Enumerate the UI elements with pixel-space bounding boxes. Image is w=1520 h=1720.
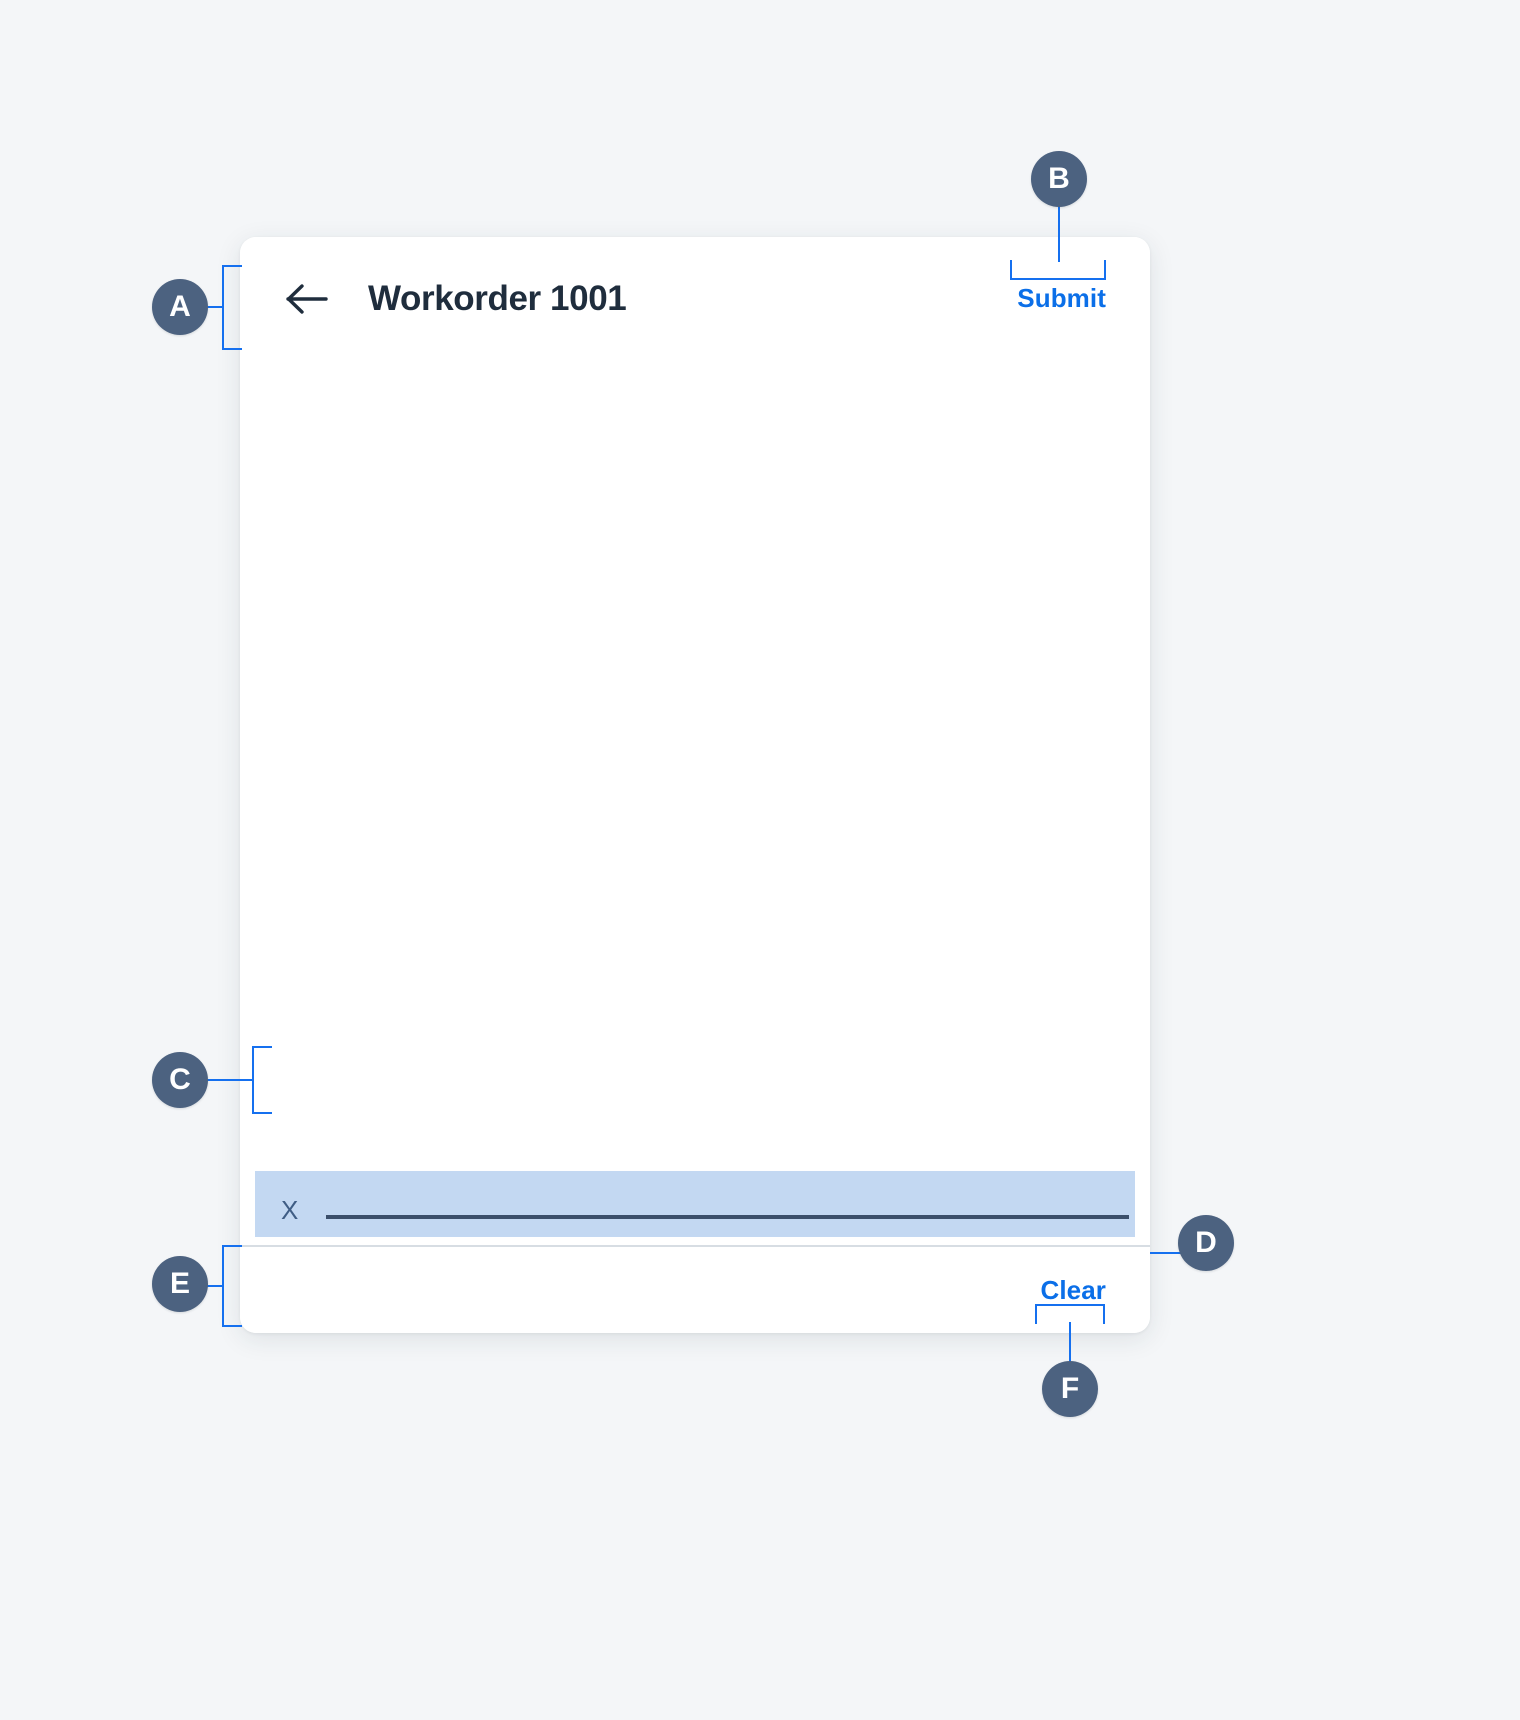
annotation-leader-f xyxy=(1069,1322,1071,1362)
arrow-left-icon xyxy=(286,283,328,315)
annotation-leader-a xyxy=(206,306,224,308)
annotation-badge-a: A xyxy=(152,279,208,335)
clear-button[interactable]: Clear xyxy=(1040,1275,1106,1306)
annotation-badge-d: D xyxy=(1178,1215,1234,1271)
page-title: Workorder 1001 xyxy=(368,278,627,318)
highlighted-text-field[interactable]: X xyxy=(255,1171,1135,1237)
field-row: X xyxy=(281,1171,1135,1237)
annotation-badge-c: C xyxy=(152,1052,208,1108)
field-label: X xyxy=(281,1195,299,1225)
annotation-leader-e xyxy=(206,1285,224,1287)
footer-bar: Clear xyxy=(240,1247,1150,1333)
annotation-bracket-b xyxy=(1010,260,1106,280)
back-button[interactable] xyxy=(284,276,330,322)
annotation-badge-f: F xyxy=(1042,1361,1098,1417)
app-card: Workorder 1001 Submit X Clear xyxy=(240,237,1150,1333)
annotation-bracket-f xyxy=(1035,1304,1105,1324)
annotation-badge-e: E xyxy=(152,1256,208,1312)
text-input-underline xyxy=(326,1215,1129,1219)
submit-button[interactable]: Submit xyxy=(1017,279,1106,318)
form-body: X xyxy=(240,360,1150,1245)
annotation-leader-c xyxy=(206,1079,254,1081)
annotation-leader-b xyxy=(1058,206,1060,262)
header-bar: Workorder 1001 Submit xyxy=(240,237,1150,360)
annotation-badge-b: B xyxy=(1031,151,1087,207)
